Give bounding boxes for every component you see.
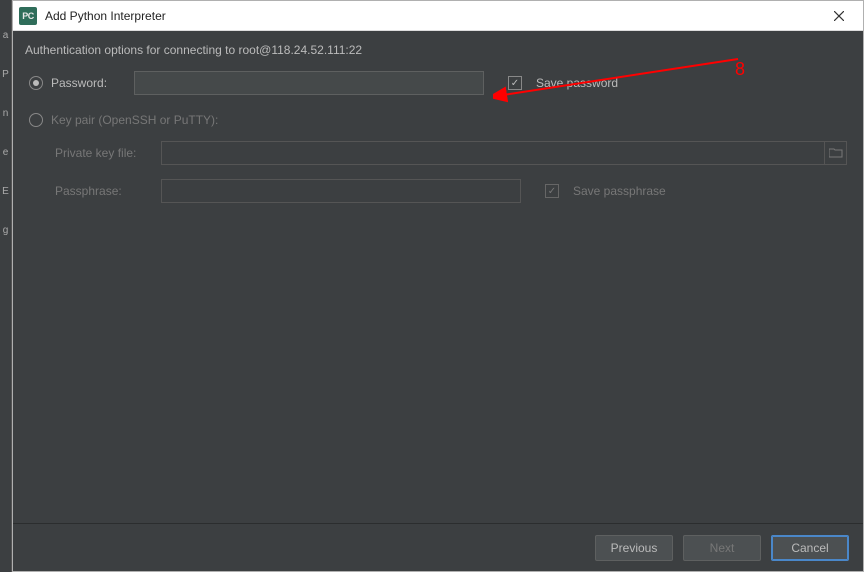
titlebar: PC Add Python Interpreter [13,1,863,31]
ide-background-stripe: aPneEg [0,0,12,581]
add-interpreter-dialog: PC Add Python Interpreter Authentication… [12,0,864,572]
private-key-label: Private key file: [55,146,153,160]
save-password-label: Save password [536,76,618,90]
previous-button[interactable]: Previous [595,535,673,561]
password-option-row: Password: Save password [25,71,847,95]
save-password-checkbox[interactable] [508,76,522,90]
annotation-number: 8 [735,59,745,80]
passphrase-input [161,179,521,203]
auth-header-label: Authentication options for connecting to… [25,43,847,57]
private-key-input [161,141,825,165]
ide-background-bottom [0,572,864,581]
dialog-footer: Previous Next Cancel [13,523,863,571]
next-button[interactable]: Next [683,535,761,561]
private-key-row: Private key file: [25,141,847,165]
passphrase-label: Passphrase: [55,184,153,198]
passphrase-row: Passphrase: Save passphrase [25,179,847,203]
browse-folder-icon [825,141,847,165]
window-title: Add Python Interpreter [45,9,819,23]
close-button[interactable] [819,2,859,30]
close-icon [834,11,844,21]
password-radio[interactable] [29,76,43,90]
password-label: Password: [51,76,126,90]
save-passphrase-checkbox [545,184,559,198]
dialog-content: Authentication options for connecting to… [13,31,863,523]
keypair-radio[interactable] [29,113,43,127]
keypair-label: Key pair (OpenSSH or PuTTY): [51,113,218,127]
save-passphrase-label: Save passphrase [573,184,666,198]
keypair-option-row: Key pair (OpenSSH or PuTTY): [25,113,847,127]
cancel-button[interactable]: Cancel [771,535,849,561]
password-input[interactable] [134,71,484,95]
pycharm-icon: PC [19,7,37,25]
